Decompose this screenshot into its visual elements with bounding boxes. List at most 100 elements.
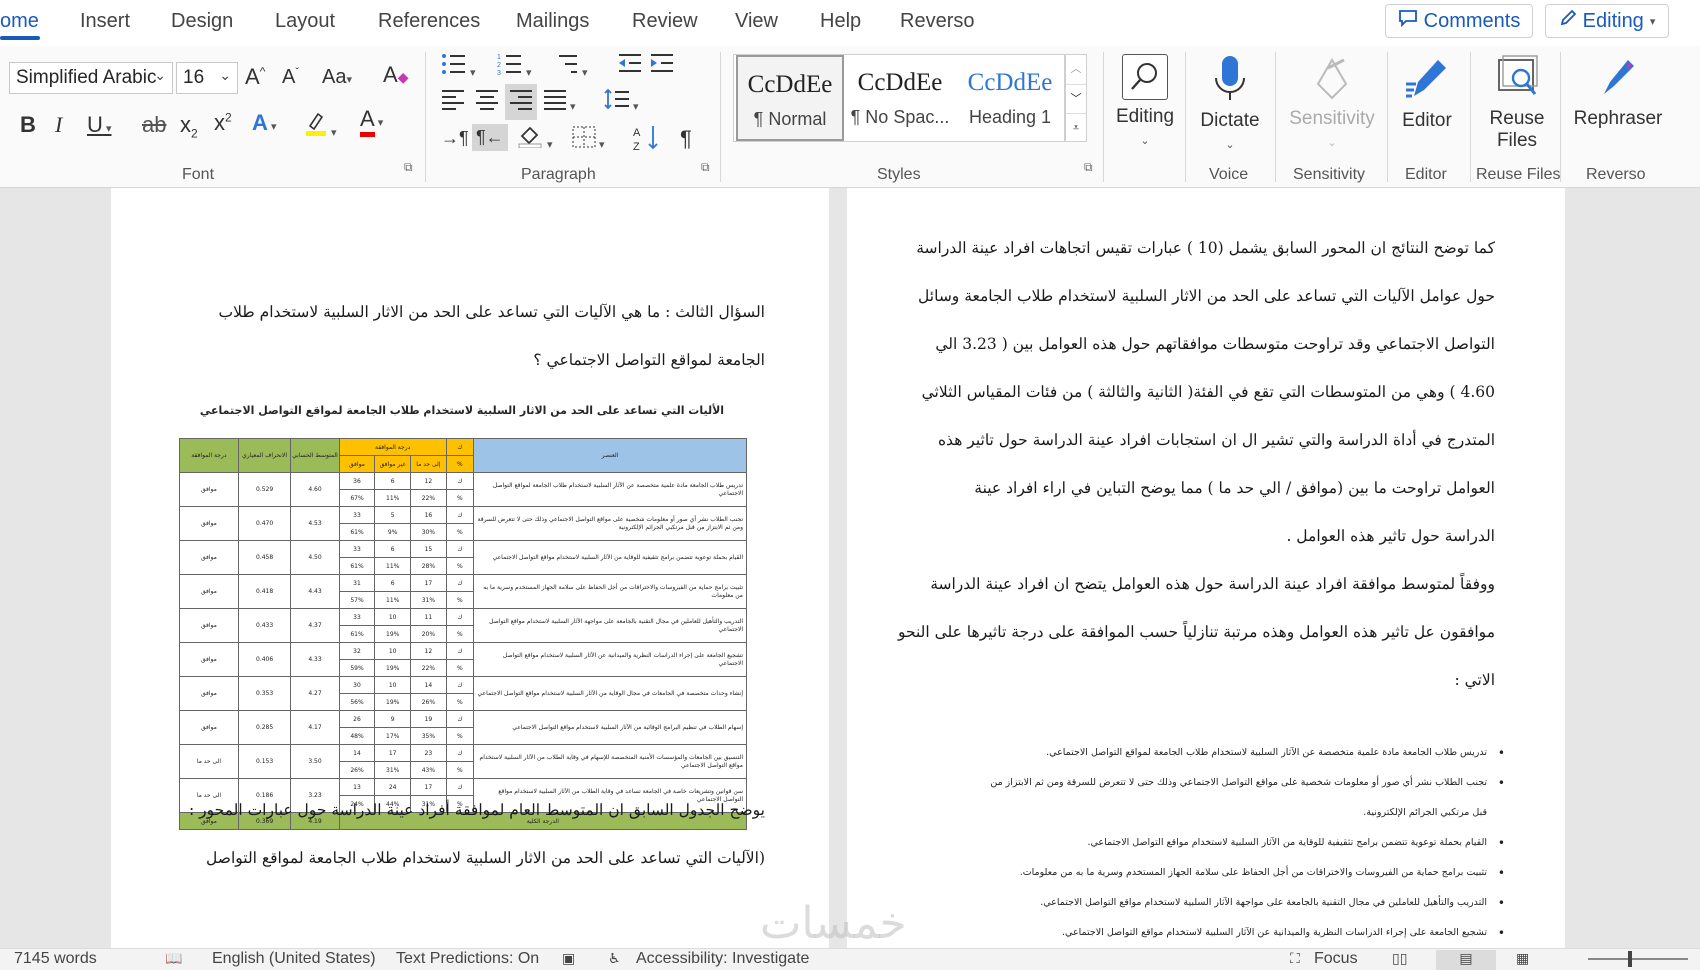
read-mode-icon[interactable]: ▯▯ [1392,950,1407,967]
accessibility-status[interactable]: Accessibility: Investigate [636,950,809,968]
tab-help[interactable]: Help [820,10,861,33]
tab-references[interactable]: References [378,10,480,33]
decrease-indent-icon [619,54,641,72]
numbering-button[interactable]: 123 ▾ [497,52,532,82]
align-left-icon [442,90,464,110]
grow-font-button[interactable]: A^ [245,64,265,90]
sensitivity-button[interactable]: Sensitivity ⌄ [1282,54,1382,152]
level-cell: موافق [179,540,239,575]
subscript-button[interactable]: x2 [180,112,198,140]
cell: 67% [338,489,376,507]
align-center-button[interactable] [475,88,499,116]
font-color-button[interactable]: A ▾ [360,106,383,137]
tab-home[interactable]: ome [0,10,39,33]
justify-button[interactable]: ▾ [543,88,576,116]
left-to-right-button[interactable]: →¶ [441,128,469,149]
align-left-button[interactable] [441,88,465,116]
tab-insert[interactable]: Insert [80,10,130,33]
tab-review[interactable]: Review [632,10,698,33]
header-pct: % [445,455,475,473]
header-sd: الانحراف المعياري [237,438,292,473]
bullets-button[interactable]: ▾ [441,52,476,82]
style-heading-1[interactable]: CcDdEe Heading 1 [956,55,1064,141]
font-name-combo[interactable]: Simplified Arabic ⌄ [9,62,173,94]
italic-button[interactable]: I [55,112,62,138]
cell: 33 [338,506,376,524]
sort-button[interactable]: AZ [633,124,661,158]
tab-mailings[interactable]: Mailings [516,10,589,33]
paragraph-line: الدراسة حول تاثير هذه العوامل . [1286,527,1495,545]
paragraph-line: التواصل الاجتماعي وقد تراوحت متوسطات موا… [935,335,1495,353]
highlight-button[interactable]: ▾ [304,110,337,142]
separator [1275,52,1276,182]
right-page[interactable]: كما توضح النتائج ان المحور السابق يشمل (… [847,188,1565,948]
align-right-button[interactable] [505,84,537,120]
zoom-slider-thumb[interactable] [1628,951,1632,967]
font-size-value: 16 [183,67,205,88]
k-cell: ك [445,676,475,694]
dictate-button[interactable]: Dictate ⌄ [1195,54,1265,154]
table-row: تشجيع الجامعة على إجراء الدراسات النظرية… [179,642,747,677]
editing-button[interactable]: Editing ⌄ [1112,54,1178,150]
cell: 61% [338,557,376,575]
results-table-grid: العنصر ك درجة الموافقة المتوسط الحسابي ا… [179,438,748,830]
tab-view[interactable]: View [735,10,778,33]
separator [1103,52,1104,182]
cell: 17 [374,744,412,762]
comments-button[interactable]: Comments [1385,4,1533,38]
left-page[interactable]: السؤال الثالث : ما هي الآليات التي تساعد… [111,188,829,948]
strikethrough-button[interactable]: ab [142,112,166,138]
macro-icon[interactable]: ▣ [562,950,575,967]
header-mean: المتوسط الحسابي [290,438,340,473]
styles-more-icon[interactable]: ⩡ [1066,113,1086,141]
style-no-spacing[interactable]: CcDdEe ¶ No Spac... [846,55,954,141]
discussion-line: (الآليات التي تساعد على الحد من الاثار ا… [206,849,765,867]
reuse-files-button[interactable]: Reuse Files [1478,54,1556,152]
multilevel-list-button[interactable]: ▾ [553,52,588,82]
shrink-font-button[interactable]: Aˇ [282,66,299,89]
cell: 12 [410,642,447,660]
tab-design[interactable]: Design [171,10,233,33]
web-layout-icon[interactable]: ▦ [1516,950,1529,967]
separator [1560,52,1561,182]
editor-button[interactable]: Editor [1394,54,1460,132]
language-status[interactable]: English (United States) [212,950,376,968]
table-row: القيام بحملة توعوية تتضمن برامج تثقيفية … [179,540,747,575]
show-formatting-button[interactable]: ¶ [680,126,692,152]
underline-button[interactable]: U ▾ [87,112,111,138]
line-spacing-button[interactable]: ▾ [604,88,639,116]
proofing-icon[interactable]: 📖 [165,950,182,967]
increase-indent-button[interactable] [649,52,675,80]
font-size-combo[interactable]: 16 ⌄ [176,62,238,94]
separator [1185,52,1186,182]
clear-formatting-button[interactable]: A◆ [383,62,408,88]
level-cell: موافق [179,472,239,507]
borders-button[interactable]: ▾ [572,126,605,154]
paragraph-line: المتدرج في أداة الدراسة والتي تشير ال ان… [937,431,1495,449]
style-normal[interactable]: CcDdEe ¶ Normal [736,55,844,141]
tab-layout[interactable]: Layout [275,10,335,33]
cell: 5 [374,506,412,524]
rephraser-button[interactable]: ✦ Rephraser [1568,54,1668,130]
right-to-left-button[interactable]: ¶← [472,124,508,151]
cell: 30 [338,676,376,694]
zoom-slider[interactable] [1588,958,1688,960]
print-layout-icon[interactable]: ▤ [1436,950,1496,970]
scroll-up-icon[interactable]: ︿ [1066,55,1086,84]
pct-cell: % [445,727,475,745]
decrease-indent-button[interactable] [617,52,643,80]
font-dialog-launcher-icon[interactable]: ⧉ [404,160,413,175]
editing-mode-button[interactable]: Editing ▾ [1545,4,1669,38]
shading-button[interactable]: ▾ [518,124,553,154]
focus-button[interactable]: Focus [1314,950,1358,968]
scroll-down-icon[interactable]: ﹀ [1066,84,1086,113]
paragraph-dialog-launcher-icon[interactable]: ⧉ [701,160,710,175]
word-count[interactable]: 7145 words [14,950,97,968]
bold-button[interactable]: B [20,112,36,138]
change-case-button[interactable]: Aa▾ [322,66,352,89]
text-predictions-status[interactable]: Text Predictions: On [396,950,539,968]
styles-dialog-launcher-icon[interactable]: ⧉ [1084,160,1093,175]
text-effects-button[interactable]: A ▾ [252,110,276,136]
tab-reverso[interactable]: Reverso [900,10,974,33]
superscript-button[interactable]: x2 [214,110,232,136]
